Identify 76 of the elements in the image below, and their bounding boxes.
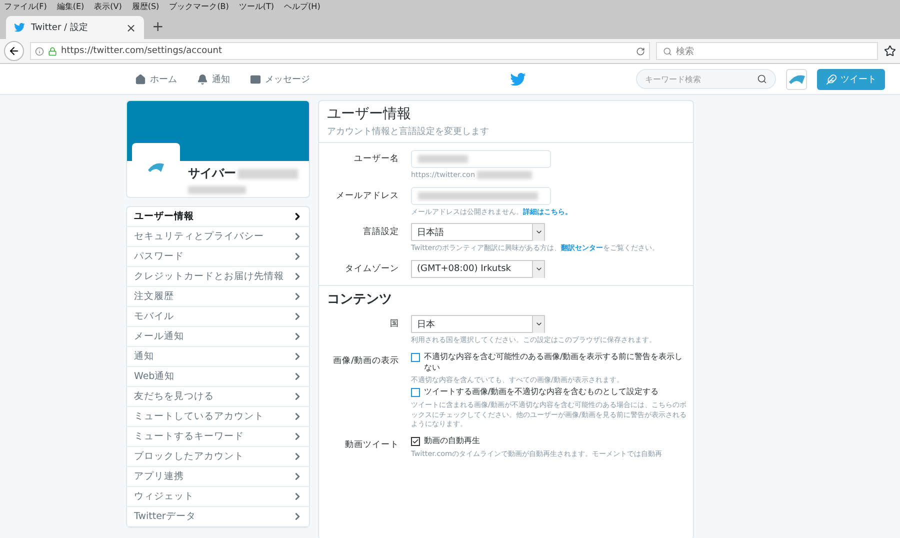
bookmark-star-icon[interactable]	[884, 45, 896, 57]
keyword-search-field[interactable]: キーワード検索	[636, 69, 776, 89]
sidebar-item[interactable]: ミュートしているアカウント	[127, 407, 309, 427]
nav-link[interactable]: 通知	[197, 72, 230, 86]
address-bar[interactable]: https://twitter.com/settings/account	[30, 42, 650, 60]
sidebar-item[interactable]: 通知	[127, 347, 309, 367]
text-field[interactable]	[411, 150, 551, 168]
menu-item[interactable]: 編集(E)	[56, 1, 84, 12]
sidebar-item[interactable]: パスワード	[127, 247, 309, 267]
sidebar-item[interactable]: メール通知	[127, 327, 309, 347]
checkbox[interactable]	[411, 437, 420, 446]
sidebar-item[interactable]: 友だちを見つける	[127, 387, 309, 407]
menu-item[interactable]: 履歴(S)	[132, 1, 160, 12]
section-heading: コンテンツ	[326, 291, 393, 308]
field-label: ユーザー名	[354, 153, 399, 165]
home-icon	[135, 74, 146, 84]
nav-link[interactable]: ホーム	[135, 72, 177, 86]
checkbox-label[interactable]: 不適切な内容を含む可能性のある画像/動画を表示する前に警告を表示しない	[411, 352, 687, 374]
browser-search-field[interactable]: 検索	[656, 42, 878, 60]
nav-link[interactable]: メッセージ	[250, 72, 310, 86]
sidebar-item[interactable]: ユーザー情報	[127, 207, 309, 227]
sidebar-item[interactable]: モバイル	[127, 307, 309, 327]
sidebar-item[interactable]: 注文履歴	[127, 287, 309, 307]
select-field[interactable]: 日本	[411, 315, 545, 334]
sidebar-item[interactable]: セキュリティとプライバシー	[127, 227, 309, 247]
search-icon	[663, 46, 672, 56]
checkbox[interactable]	[411, 388, 420, 398]
field-label: タイムゾーン	[345, 263, 399, 276]
account-avatar[interactable]	[786, 68, 807, 90]
quill-icon	[826, 74, 836, 84]
search-icon[interactable]	[757, 74, 767, 84]
field-label: 国	[390, 318, 399, 330]
lock-icon	[48, 46, 57, 56]
sidebar-item[interactable]: ウィジェット	[127, 487, 309, 507]
profile-name[interactable]: サイバー	[188, 165, 236, 182]
blurred-text	[477, 170, 532, 179]
checkbox-label[interactable]: ツイートする画像/動画を不適切な内容を含むものとして設定する	[411, 387, 687, 398]
sidebar-item[interactable]: Web通知	[127, 367, 309, 387]
browser-tab[interactable]: Twitter / 設定 ×	[6, 16, 144, 39]
checkbox[interactable]	[411, 352, 420, 362]
logo-icon	[147, 161, 165, 173]
close-button[interactable]: ×	[126, 22, 136, 34]
bird-logo-icon[interactable]	[510, 72, 526, 86]
sidebar-item[interactable]: ミュートするキーワード	[127, 427, 309, 447]
sidebar-item[interactable]: アプリ連携	[127, 467, 309, 487]
section-subtitle: アカウント情報と言語設定を変更します	[327, 126, 490, 138]
back-button[interactable]	[4, 41, 24, 61]
field-label: 動画ツイート	[345, 439, 399, 452]
menu-item[interactable]: ツール(T)	[238, 1, 274, 12]
bird-icon	[14, 23, 25, 32]
select-field[interactable]: (GMT+08:00) Irkutsk	[411, 260, 545, 278]
new-tab-button[interactable]: +	[152, 20, 164, 39]
section-title: ユーザー情報	[327, 105, 412, 123]
checkbox-label[interactable]: 動画の自動再生	[411, 436, 687, 447]
bell-icon	[197, 74, 208, 84]
blurred-text	[188, 186, 246, 194]
tweet-button[interactable]: ツイート	[817, 68, 885, 90]
reload-icon[interactable]	[636, 46, 645, 56]
blurred-text	[418, 155, 468, 163]
mail-icon	[250, 74, 261, 84]
menu-item[interactable]: ファイル(F)	[4, 1, 47, 12]
info-icon	[35, 46, 44, 56]
blurred-text	[238, 168, 298, 178]
back-arrow-icon	[8, 45, 20, 57]
menu-item[interactable]: ブックマーク(B)	[169, 1, 229, 12]
logo-icon	[788, 73, 806, 85]
sidebar-item[interactable]: クレジットカードとお届け先情報	[127, 267, 309, 287]
sidebar-item[interactable]: ブロックしたアカウント	[127, 447, 309, 467]
sidebar-item[interactable]: Twitterデータ	[127, 507, 309, 527]
field-label: 言語設定	[363, 226, 399, 238]
menu-item[interactable]: ヘルプ(H)	[284, 1, 320, 12]
menu-item[interactable]: 表示(V)	[94, 1, 122, 12]
field-label: メールアドレス	[336, 190, 399, 202]
select-field[interactable]: 日本語	[411, 223, 545, 242]
text-field[interactable]	[411, 186, 551, 205]
field-label: 画像/動画の表示	[333, 354, 399, 367]
